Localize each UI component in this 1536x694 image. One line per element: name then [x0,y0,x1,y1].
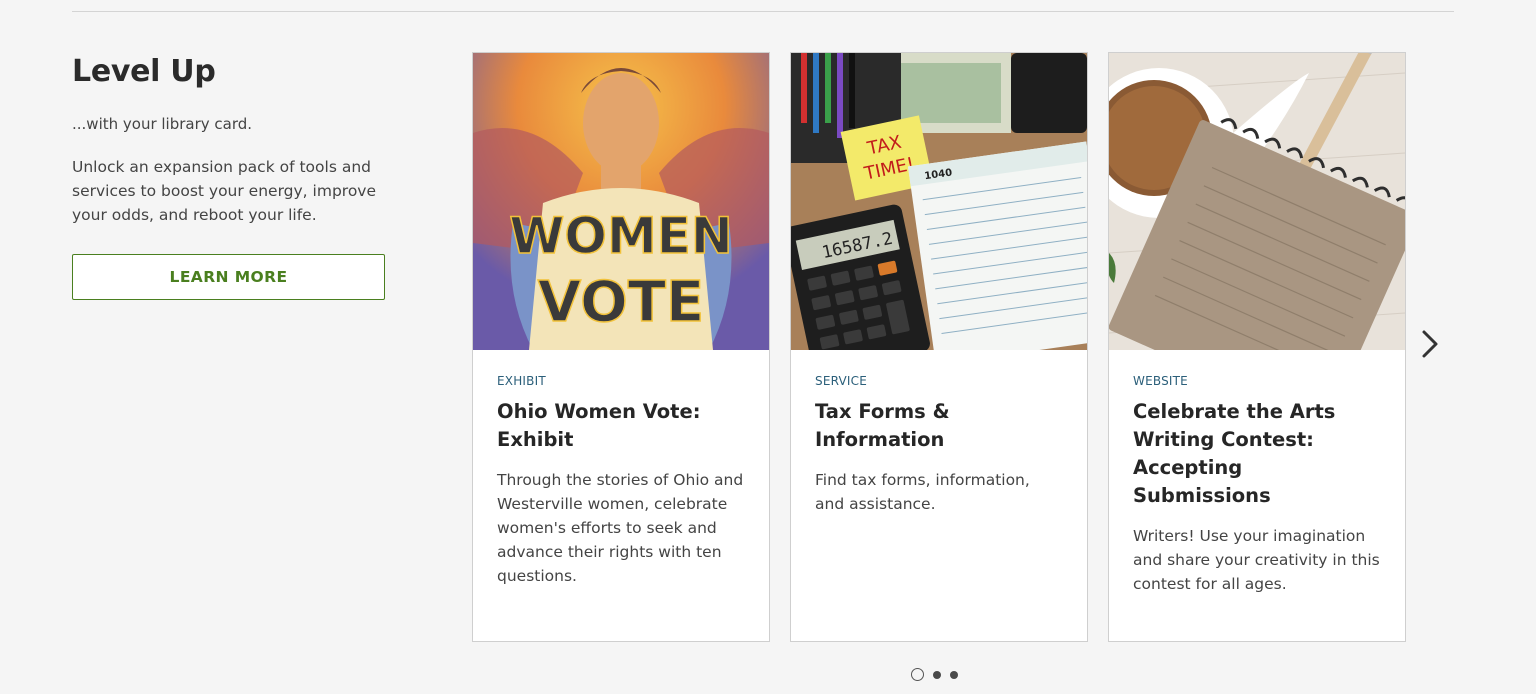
section-divider [72,11,1454,12]
learn-more-button[interactable]: LEARN MORE [72,254,385,300]
card-description: Find tax forms, information, and assista… [815,471,1030,513]
card-image[interactable]: TAX TIME! 1040 16587.2 [791,53,1087,350]
card-title[interactable]: Celebrate the Arts Writing Contest: Acce… [1133,398,1381,510]
card-category: SERVICE [815,374,867,388]
tax-time-image: TAX TIME! 1040 16587.2 [791,53,1087,350]
carousel-dot-2[interactable] [933,670,941,679]
poster-text-vote: VOTE [538,270,704,335]
section-subtitle: ...with your library card. [72,115,253,133]
card-description: Through the stories of Ohio and Westervi… [497,471,744,585]
card-category: EXHIBIT [497,374,546,388]
poster-text-women: WOMEN [509,207,732,265]
notebook-coffee-image [1109,53,1405,350]
women-vote-poster-image: WOMEN VOTE [473,53,769,350]
carousel-dot-3[interactable] [950,670,958,679]
card-title[interactable]: Ohio Women Vote: Exhibit [497,398,745,454]
carousel-dot-1[interactable] [911,668,924,681]
card-image[interactable] [1109,53,1405,350]
carousel-pagination [911,668,958,681]
carousel-next-button[interactable] [1418,326,1444,362]
card-ohio-women-vote[interactable]: WOMEN VOTE EXHIBIT Ohio Women Vote: Exhi… [472,52,770,642]
intro-panel: Level Up ...with your library card. Unlo… [72,52,392,300]
card-tax-forms[interactable]: TAX TIME! 1040 16587.2 SERVICE Tax Forms… [790,52,1088,642]
card-image[interactable]: WOMEN VOTE [473,53,769,350]
section-title: Level Up [72,54,216,89]
card-description: Writers! Use your imagination and share … [1133,527,1380,593]
chevron-right-icon [1422,330,1438,358]
section-description: Unlock an expansion pack of tools and se… [72,158,377,224]
card-writing-contest[interactable]: WEBSITE Celebrate the Arts Writing Conte… [1108,52,1406,642]
card-category: WEBSITE [1133,374,1188,388]
card-title[interactable]: Tax Forms & Information [815,398,1063,454]
